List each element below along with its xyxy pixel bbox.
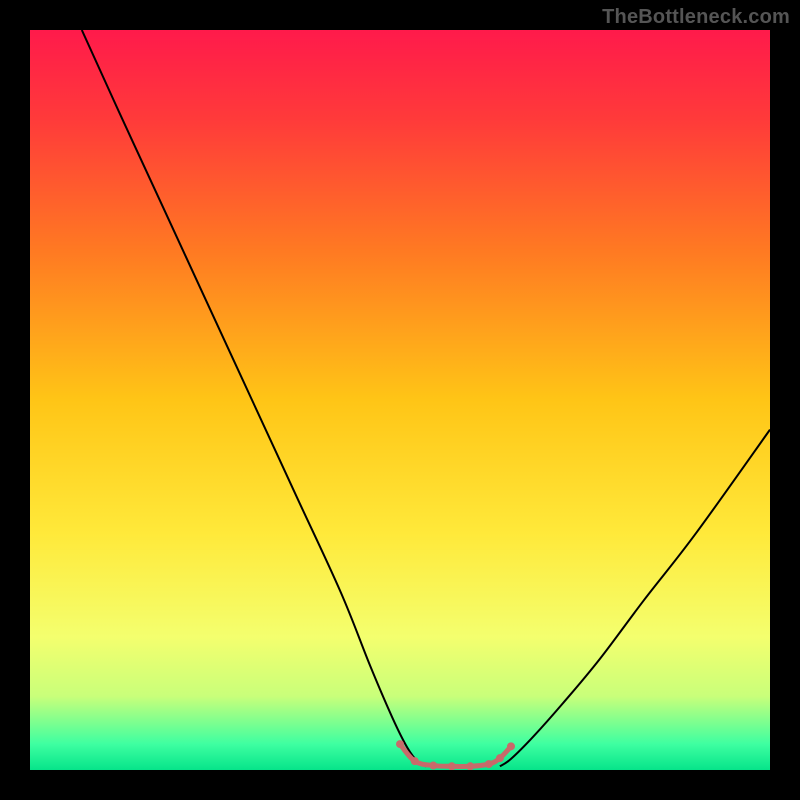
marker-flat-dots	[507, 742, 515, 750]
watermark-text: TheBottleneck.com	[602, 6, 790, 29]
marker-flat-dots	[485, 760, 493, 768]
marker-flat-dots	[466, 762, 474, 770]
marker-flat-dots	[496, 754, 504, 762]
bottleneck-chart	[30, 30, 770, 770]
marker-flat-dots	[411, 757, 419, 765]
chart-background	[30, 30, 770, 770]
marker-flat-dots	[396, 740, 404, 748]
marker-flat-dots	[429, 762, 437, 770]
marker-flat-dots	[448, 762, 456, 770]
chart-frame: TheBottleneck.com	[0, 0, 800, 800]
